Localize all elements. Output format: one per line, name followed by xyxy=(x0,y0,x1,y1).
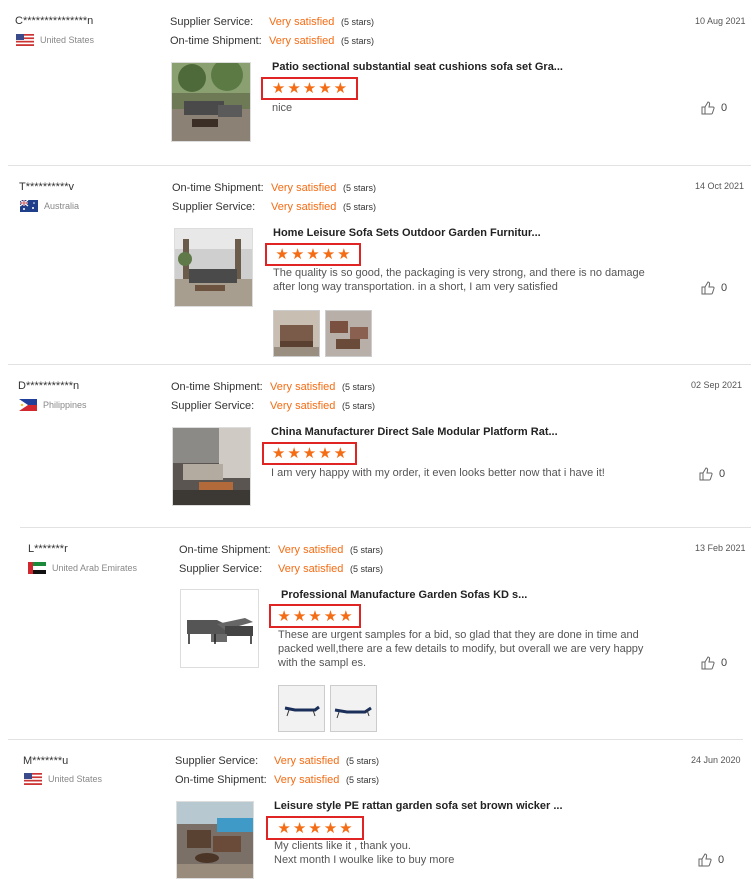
like-count: 0 xyxy=(721,102,728,114)
product-thumbnail[interactable] xyxy=(180,589,259,668)
review-date: 10 Aug 2021 xyxy=(695,16,746,26)
star-icon: ★ xyxy=(339,819,353,837)
star-icon: ★ xyxy=(308,607,322,625)
au-flag-icon xyxy=(20,200,38,212)
review-photo[interactable] xyxy=(278,685,325,732)
product-thumbnail[interactable] xyxy=(171,62,251,142)
review-comment: These are urgent samples for a bid, so g… xyxy=(278,629,644,669)
star-icon: ★ xyxy=(333,80,348,97)
reviewer-country: United States xyxy=(16,34,94,46)
star-rating-box: ★ ★ ★ ★ ★ xyxy=(269,604,361,628)
star-icon: ★ xyxy=(277,819,291,837)
star-icon: ★ xyxy=(306,246,320,263)
star-icon: ★ xyxy=(275,246,289,263)
star-icon: ★ xyxy=(302,80,317,97)
star-icon: ★ xyxy=(308,819,322,837)
ratings: Supplier Service: Very satisfied (5 stars)… xyxy=(175,754,380,786)
star-rating-box: ★ ★ ★ ★ ★ xyxy=(262,442,357,465)
review-photo[interactable] xyxy=(330,685,377,732)
star-icon: ★ xyxy=(337,246,351,263)
review-date: 14 Oct 2021 xyxy=(695,181,745,191)
star-icon: ★ xyxy=(323,607,338,625)
reviewer-country: United States xyxy=(24,773,102,785)
star-icon: ★ xyxy=(333,445,348,462)
star-icon: ★ xyxy=(323,819,338,837)
like-button[interactable]: 0 xyxy=(698,853,724,867)
thumbs-up-icon xyxy=(699,467,713,481)
reviewer-name: C***************n xyxy=(15,15,94,27)
thumbs-up-icon xyxy=(701,656,715,670)
star-icon: ★ xyxy=(318,80,332,97)
star-icon: ★ xyxy=(321,246,336,263)
product-title-link[interactable]: Leisure style PE rattan garden sofa set … xyxy=(274,800,563,812)
review-comment: The quality is so good, the packaging is… xyxy=(273,267,645,293)
star-icon: ★ xyxy=(318,445,332,462)
star-icon: ★ xyxy=(292,819,307,837)
product-title-link[interactable]: China Manufacturer Direct Sale Modular P… xyxy=(271,426,558,438)
review-date: 02 Sep 2021 xyxy=(691,380,743,390)
product-thumbnail[interactable] xyxy=(174,228,253,307)
star-rating-box: ★ ★ ★ ★ ★ xyxy=(261,77,358,100)
review-card: L*******r United Arab Emirates On-time S… xyxy=(0,528,751,740)
comment-line: Next month I woulke like to buy more xyxy=(274,854,455,866)
review-card: D***********n Philippines On-time Shipme… xyxy=(0,365,751,528)
ratings: On-time Shipment: Very satisfied (5 stars)… xyxy=(171,380,376,412)
star-icon: ★ xyxy=(287,445,301,462)
star-icon: ★ xyxy=(271,80,286,97)
like-count: 0 xyxy=(719,468,726,480)
thumbs-up-icon xyxy=(698,853,712,867)
star-icon: ★ xyxy=(290,246,305,263)
like-button[interactable]: 0 xyxy=(701,656,727,670)
review-comment: nice xyxy=(272,102,293,114)
ratings: On-time Shipment: Very satisfied (5 stars)… xyxy=(179,543,384,575)
like-button[interactable]: 0 xyxy=(701,101,727,115)
star-rating-box: ★ ★ ★ ★ ★ xyxy=(266,816,364,840)
ae-flag-icon xyxy=(28,562,46,574)
product-title-link[interactable]: Patio sectional substantial seat cushion… xyxy=(272,61,563,73)
star-icon: ★ xyxy=(292,607,307,625)
reviewer-country: Australia xyxy=(20,200,79,212)
like-button[interactable]: 0 xyxy=(701,281,727,295)
thumbs-up-icon xyxy=(701,281,715,295)
star-icon: ★ xyxy=(302,445,317,462)
comment-line: My clients like it , thank you. xyxy=(274,840,411,852)
ratings: Supplier Service: Very satisfied (5 stars)… xyxy=(170,15,375,47)
review-comment: I am very happy with my order, it even l… xyxy=(271,467,605,479)
review-date: 13 Feb 2021 xyxy=(695,543,746,553)
review-photo[interactable] xyxy=(273,310,320,357)
star-icon: ★ xyxy=(339,607,353,625)
review-comment: My clients like it , thank you. Next mon… xyxy=(274,839,664,867)
star-icon: ★ xyxy=(287,80,301,97)
review-card: T**********v Australia On-time Shipment:… xyxy=(0,166,751,365)
like-button[interactable]: 0 xyxy=(699,467,725,481)
reviewer-name: T**********v xyxy=(19,181,75,193)
us-flag-icon xyxy=(16,34,34,46)
like-count: 0 xyxy=(718,854,725,866)
thumbs-up-icon xyxy=(701,101,715,115)
review-date: 24 Jun 2020 xyxy=(691,755,741,765)
like-count: 0 xyxy=(721,657,728,669)
product-title-link[interactable]: Home Leisure Sofa Sets Outdoor Garden Fu… xyxy=(273,227,541,239)
reviewer-country: Philippines xyxy=(19,399,87,411)
reviewer-name: D***********n xyxy=(18,380,80,392)
star-icon: ★ xyxy=(277,607,291,625)
like-count: 0 xyxy=(721,282,728,294)
product-thumbnail[interactable] xyxy=(172,427,251,506)
review-photo[interactable] xyxy=(325,310,372,357)
reviewer-name: M*******u xyxy=(23,755,69,767)
product-thumbnail[interactable] xyxy=(176,801,254,879)
ratings: On-time Shipment: Very satisfied (5 stars)… xyxy=(172,181,377,213)
review-card: M*******u United States Supplier Service… xyxy=(0,740,751,895)
product-title-link[interactable]: Professional Manufacture Garden Sofas KD… xyxy=(281,589,527,601)
star-icon: ★ xyxy=(271,445,286,462)
reviewer-name: L*******r xyxy=(28,543,68,555)
ph-flag-icon xyxy=(19,399,37,411)
us-flag-icon xyxy=(24,773,42,785)
reviewer-country: United Arab Emirates xyxy=(28,562,137,574)
review-card: C***************n United States Supplier… xyxy=(0,0,751,166)
star-rating-box: ★ ★ ★ ★ ★ xyxy=(265,243,361,266)
